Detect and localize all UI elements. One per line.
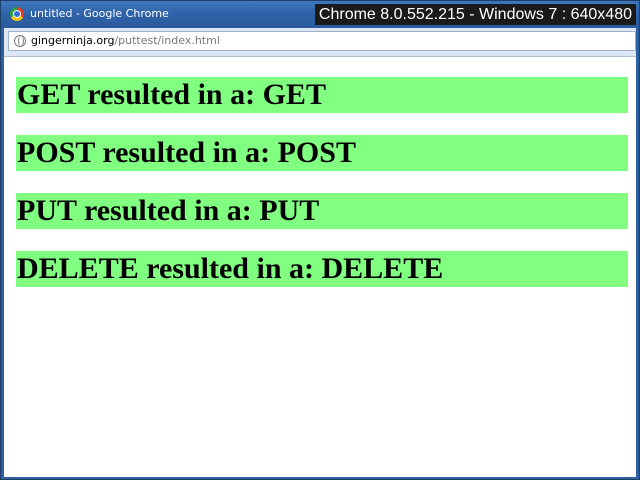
browser-window: untitled - Google Chrome Chrome 8.0.552.… xyxy=(0,0,640,480)
globe-icon xyxy=(14,35,26,47)
chrome-icon xyxy=(10,7,24,21)
result-post: POST resulted in a: POST xyxy=(16,135,628,171)
page-viewport: GET resulted in a: GET POST resulted in … xyxy=(4,57,636,477)
result-delete: DELETE resulted in a: DELETE xyxy=(16,251,628,287)
url-path: /puttest/index.html xyxy=(114,34,220,47)
toolbar: gingerninja.org/puttest/index.html xyxy=(4,28,636,57)
address-bar[interactable]: gingerninja.org/puttest/index.html xyxy=(8,31,636,51)
result-put: PUT resulted in a: PUT xyxy=(16,193,628,229)
title-bar[interactable]: untitled - Google Chrome Chrome 8.0.552.… xyxy=(1,1,639,28)
url-host: gingerninja.org xyxy=(31,34,115,47)
url-text[interactable]: gingerninja.org/puttest/index.html xyxy=(31,34,220,48)
window-title: untitled - Google Chrome xyxy=(30,7,169,20)
result-get: GET resulted in a: GET xyxy=(16,77,628,113)
screenshot-overlay-label: Chrome 8.0.552.215 - Windows 7 : 640x480 xyxy=(314,4,636,25)
